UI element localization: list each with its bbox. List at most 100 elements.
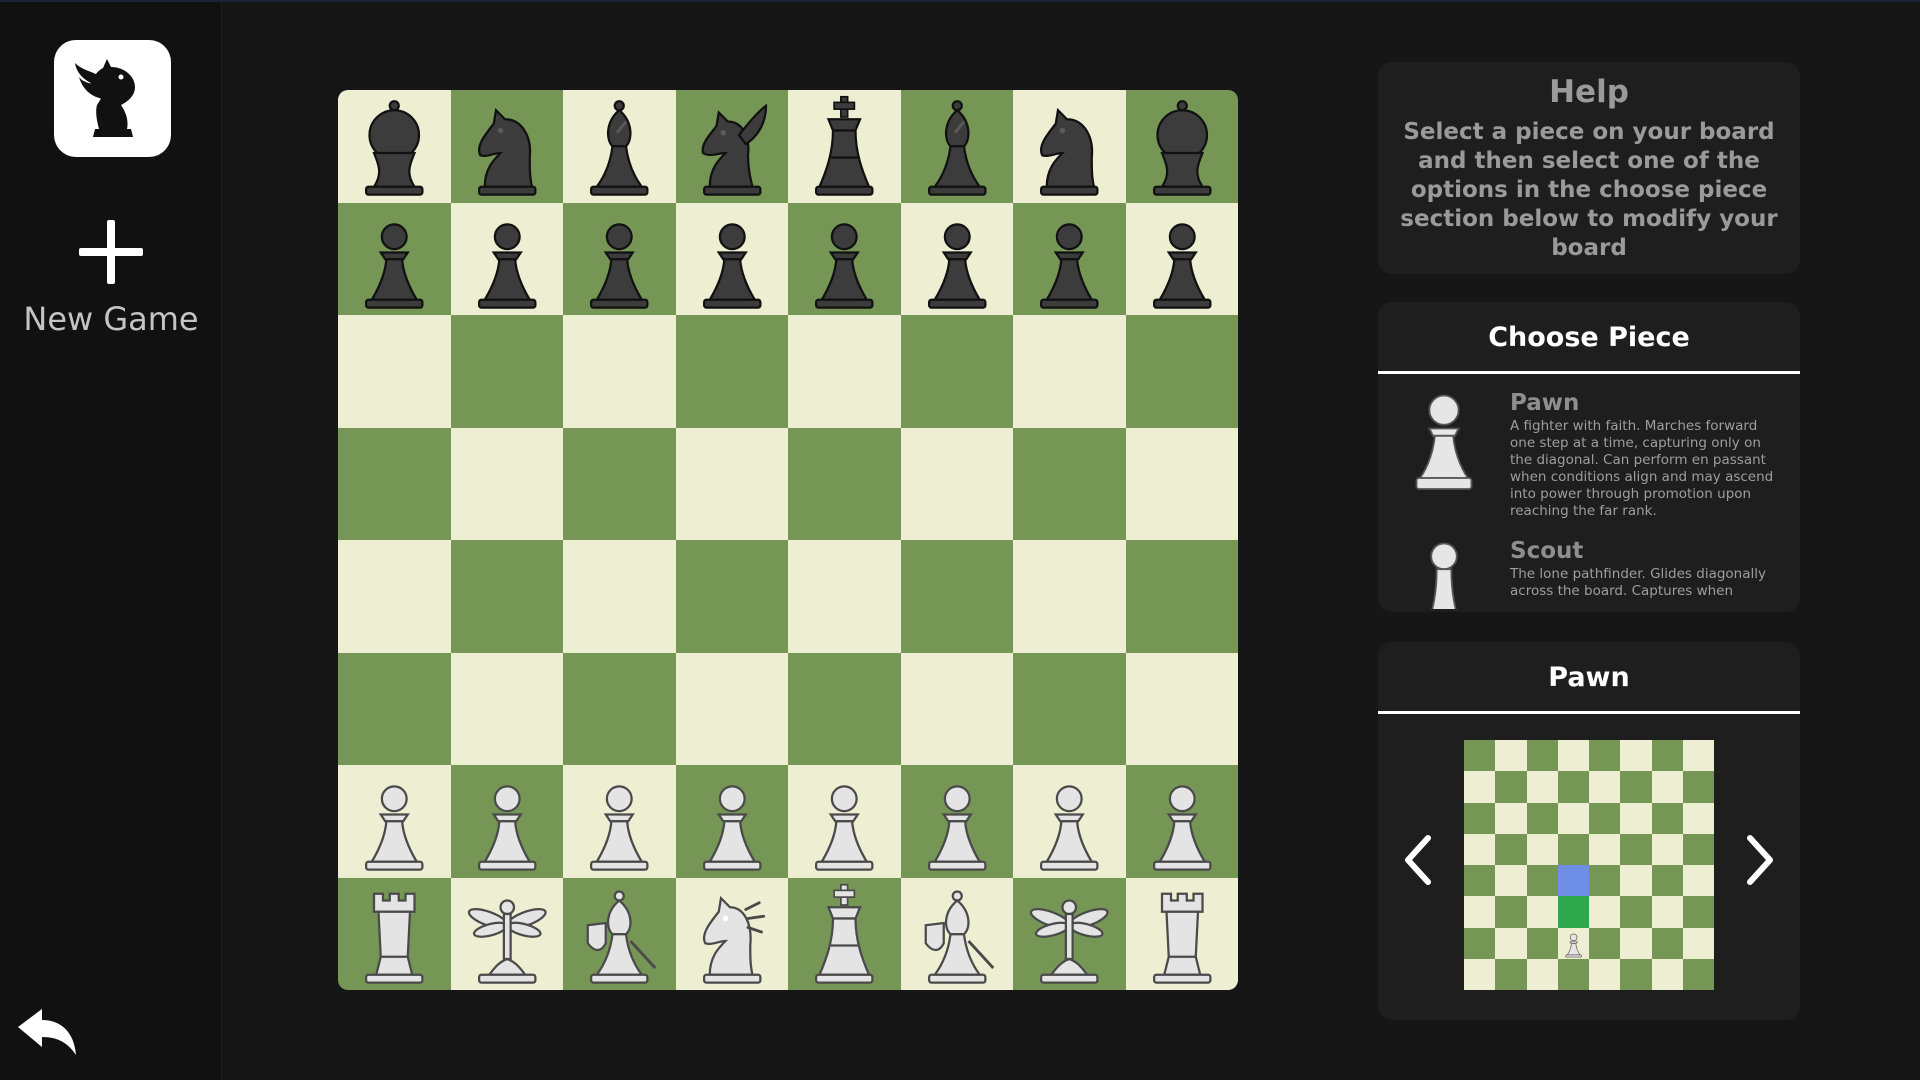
square-b1[interactable]	[450, 877, 563, 990]
preview-square	[1464, 740, 1496, 772]
square-g3[interactable]	[1013, 652, 1126, 765]
preview-square	[1651, 802, 1683, 834]
preview-square	[1651, 833, 1683, 865]
square-f6[interactable]	[900, 315, 1013, 428]
preview-square	[1464, 896, 1496, 928]
square-a6[interactable]	[338, 315, 451, 428]
square-c4[interactable]	[563, 540, 676, 653]
app-logo[interactable]	[54, 40, 171, 157]
preview-square	[1464, 958, 1496, 990]
square-a3[interactable]	[338, 652, 451, 765]
preview-square	[1589, 865, 1621, 897]
piece-option-name: Pawn	[1510, 390, 1580, 416]
preview-square	[1682, 833, 1714, 865]
square-a8[interactable]	[338, 90, 451, 203]
square-e5[interactable]	[788, 427, 901, 540]
square-d5[interactable]	[675, 427, 788, 540]
preview-square	[1464, 865, 1496, 897]
square-g7[interactable]	[1013, 202, 1126, 315]
square-h3[interactable]	[1125, 652, 1238, 765]
help-text: Select a piece on your board and then se…	[1400, 119, 1778, 261]
square-d4[interactable]	[675, 540, 788, 653]
square-g8[interactable]	[1013, 90, 1126, 203]
square-b4[interactable]	[450, 540, 563, 653]
preview-square	[1495, 740, 1527, 772]
square-e8[interactable]	[788, 90, 901, 203]
square-c8[interactable]	[563, 90, 676, 203]
square-d6[interactable]	[675, 315, 788, 428]
square-a4[interactable]	[338, 540, 451, 653]
square-a5[interactable]	[338, 427, 451, 540]
undo-button[interactable]	[14, 1005, 80, 1061]
piece-option-scout[interactable]: Scout The lone pathfinder. Glides diagon…	[1378, 538, 1800, 609]
square-c7[interactable]	[563, 202, 676, 315]
square-d3[interactable]	[675, 652, 788, 765]
square-a7[interactable]	[338, 202, 451, 315]
square-e3[interactable]	[788, 652, 901, 765]
square-f4[interactable]	[900, 540, 1013, 653]
square-e2[interactable]	[788, 765, 901, 878]
square-h4[interactable]	[1125, 540, 1238, 653]
preview-square	[1620, 833, 1652, 865]
square-b8[interactable]	[450, 90, 563, 203]
preview-square	[1651, 740, 1683, 772]
piece-option-name: Scout	[1510, 538, 1584, 564]
choose-piece-panel: Choose Piece Pawn A fighter with faith. …	[1378, 302, 1800, 612]
square-h7[interactable]	[1125, 202, 1238, 315]
movement-preview-board	[1464, 740, 1714, 990]
piece-list[interactable]: Pawn A fighter with faith. Marches forwa…	[1378, 374, 1800, 609]
preview-square	[1651, 771, 1683, 803]
square-e1[interactable]	[788, 877, 901, 990]
piece-option-pawn[interactable]: Pawn A fighter with faith. Marches forwa…	[1378, 390, 1800, 520]
square-b2[interactable]	[450, 765, 563, 878]
square-h5[interactable]	[1125, 427, 1238, 540]
preview-move-square	[1557, 896, 1589, 928]
preview-square	[1682, 896, 1714, 928]
square-e4[interactable]	[788, 540, 901, 653]
square-f7[interactable]	[900, 202, 1013, 315]
square-g2[interactable]	[1013, 765, 1126, 878]
square-c1[interactable]	[563, 877, 676, 990]
preview-square	[1620, 865, 1652, 897]
square-d8[interactable]	[675, 90, 788, 203]
square-f2[interactable]	[900, 765, 1013, 878]
preview-square	[1495, 771, 1527, 803]
square-b3[interactable]	[450, 652, 563, 765]
square-d7[interactable]	[675, 202, 788, 315]
square-g5[interactable]	[1013, 427, 1126, 540]
square-f1[interactable]	[900, 877, 1013, 990]
square-d2[interactable]	[675, 765, 788, 878]
square-g4[interactable]	[1013, 540, 1126, 653]
square-b6[interactable]	[450, 315, 563, 428]
undo-arrow-icon	[18, 1009, 76, 1055]
square-h8[interactable]	[1125, 90, 1238, 203]
square-h2[interactable]	[1125, 765, 1238, 878]
square-f5[interactable]	[900, 427, 1013, 540]
square-f3[interactable]	[900, 652, 1013, 765]
piece-option-description: A fighter with faith. Marches forward on…	[1510, 418, 1774, 519]
next-button[interactable]	[1740, 830, 1780, 890]
previous-button[interactable]	[1398, 830, 1438, 890]
chess-board	[338, 90, 1238, 990]
square-e6[interactable]	[788, 315, 901, 428]
square-d1[interactable]	[675, 877, 788, 990]
preview-square	[1526, 802, 1558, 834]
square-e7[interactable]	[788, 202, 901, 315]
square-g1[interactable]	[1013, 877, 1126, 990]
square-c5[interactable]	[563, 427, 676, 540]
square-c3[interactable]	[563, 652, 676, 765]
square-g6[interactable]	[1013, 315, 1126, 428]
square-a2[interactable]	[338, 765, 451, 878]
square-b7[interactable]	[450, 202, 563, 315]
square-b5[interactable]	[450, 427, 563, 540]
square-c6[interactable]	[563, 315, 676, 428]
preview-square	[1526, 896, 1558, 928]
square-f8[interactable]	[900, 90, 1013, 203]
square-c2[interactable]	[563, 765, 676, 878]
square-h6[interactable]	[1125, 315, 1238, 428]
preview-square	[1682, 771, 1714, 803]
new-game-button[interactable]: New Game	[0, 217, 222, 338]
preview-square	[1526, 833, 1558, 865]
square-h1[interactable]	[1125, 877, 1238, 990]
square-a1[interactable]	[338, 877, 451, 990]
